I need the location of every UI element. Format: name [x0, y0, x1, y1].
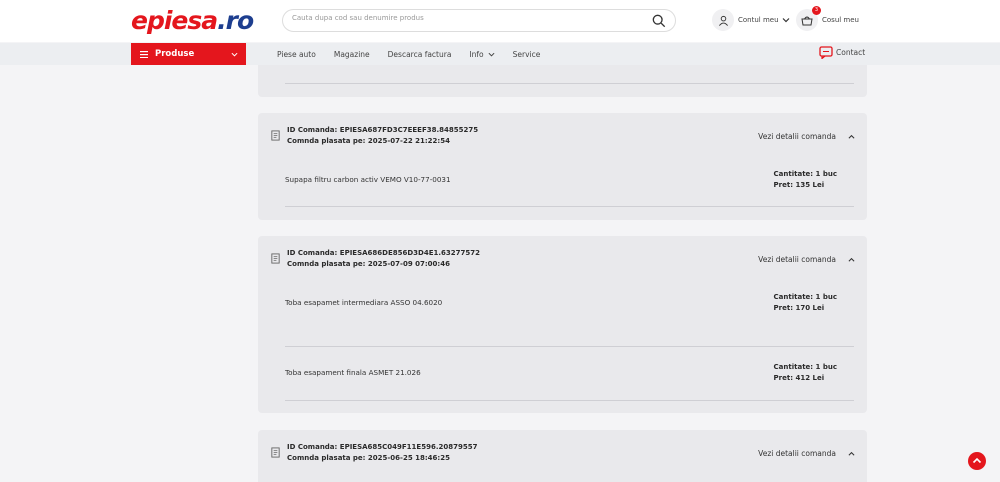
chevron-up-icon — [848, 257, 855, 262]
cart-label: Cosul meu — [822, 16, 859, 24]
order-header: ID Comanda: EPIESA686DE856D3D4E1.6327757… — [270, 248, 480, 270]
item-qty-price: Cantitate: 1 buc Pret: 135 Lei — [773, 170, 837, 189]
back-to-top-button[interactable] — [968, 452, 986, 470]
view-details-button[interactable]: Vezi detalii comanda — [758, 449, 855, 458]
order-card: ID Comanda: EPIESA687FD3C7EEEF38.8485527… — [258, 113, 867, 220]
item-name[interactable]: Toba esapamet intermediara ASSO 04.6020 — [285, 298, 442, 307]
chat-icon — [819, 46, 833, 59]
products-menu-button[interactable]: Produse — [131, 43, 246, 65]
order-header: ID Comanda: EPIESA685C049F11E596.2087955… — [270, 442, 477, 464]
order-id: ID Comanda: EPIESA686DE856D3D4E1.6327757… — [287, 249, 480, 257]
contact-label: Contact — [836, 48, 866, 57]
order-date: Comnda plasata pe: 2025-07-09 07:00:46 — [287, 260, 450, 268]
separator — [285, 83, 854, 84]
chevron-up-icon — [848, 134, 855, 139]
nav-link-magazine[interactable]: Magazine — [334, 50, 370, 59]
nav-links: Piese auto Magazine Descarca factura Inf… — [277, 43, 558, 65]
chevron-up-icon — [972, 457, 982, 464]
document-icon — [271, 253, 280, 264]
contact-link[interactable]: Contact — [819, 46, 865, 59]
cart-icon: 3 — [796, 6, 821, 31]
order-id: ID Comanda: EPIESA687FD3C7EEEF38.8485527… — [287, 126, 479, 134]
separator — [285, 206, 854, 207]
user-icon — [712, 9, 734, 31]
menu-icon — [140, 50, 148, 58]
logo-text: epiesa — [131, 5, 218, 35]
order-date: Comnda plasata pe: 2025-06-25 18:46:25 — [287, 454, 450, 462]
item-name[interactable]: Supapa filtru carbon activ VEMO V10-77-0… — [285, 175, 451, 184]
chevron-up-icon — [848, 451, 855, 456]
search-bar — [282, 9, 676, 32]
chevron-down-icon — [231, 52, 238, 57]
search-icon[interactable] — [652, 14, 666, 28]
site-logo[interactable]: epiesa.ro — [131, 5, 254, 35]
separator — [285, 400, 854, 401]
site-header: epiesa.ro Contul meu 3 Cosul meu — [0, 0, 1000, 42]
products-label: Produse — [155, 49, 195, 59]
logo-domain: .ro — [217, 5, 254, 35]
order-card: ID Comanda: EPIESA685C049F11E596.2087955… — [258, 430, 867, 482]
chevron-down-icon — [488, 52, 495, 57]
order-card: ID Comanda: EPIESA686DE856D3D4E1.6327757… — [258, 236, 867, 413]
document-icon — [271, 447, 280, 458]
view-details-label: Vezi detalii comanda — [758, 255, 836, 264]
document-icon — [271, 130, 280, 141]
cart-count-badge: 3 — [812, 6, 821, 15]
nav-link-descarca-factura[interactable]: Descarca factura — [388, 50, 452, 59]
account-label: Contul meu — [738, 16, 779, 24]
cart-button[interactable]: 3 Cosul meu — [796, 6, 859, 31]
nav-link-info-label: Info — [469, 49, 484, 59]
view-details-label: Vezi detalii comanda — [758, 449, 836, 458]
search-input[interactable] — [292, 14, 632, 22]
order-date: Comnda plasata pe: 2025-07-22 21:22:54 — [287, 137, 450, 145]
nav-link-service[interactable]: Service — [513, 50, 541, 59]
item-qty-price: Cantitate: 1 buc Pret: 412 Lei — [773, 363, 837, 382]
chevron-down-icon — [782, 18, 789, 23]
order-id: ID Comanda: EPIESA685C049F11E596.2087955… — [287, 443, 478, 451]
order-card-partial — [258, 60, 867, 97]
item-name[interactable]: Toba esapament finala ASMET 21.026 — [285, 368, 421, 377]
view-details-button[interactable]: Vezi detalii comanda — [758, 255, 855, 264]
order-header: ID Comanda: EPIESA687FD3C7EEEF38.8485527… — [270, 125, 478, 147]
view-details-label: Vezi detalii comanda — [758, 132, 836, 141]
separator — [285, 346, 854, 347]
view-details-button[interactable]: Vezi detalii comanda — [758, 132, 855, 141]
account-menu[interactable]: Contul meu — [712, 9, 790, 31]
item-qty-price: Cantitate: 1 buc Pret: 170 Lei — [773, 293, 837, 312]
nav-link-info[interactable]: Info — [469, 49, 495, 59]
nav-link-piese-auto[interactable]: Piese auto — [277, 50, 316, 59]
